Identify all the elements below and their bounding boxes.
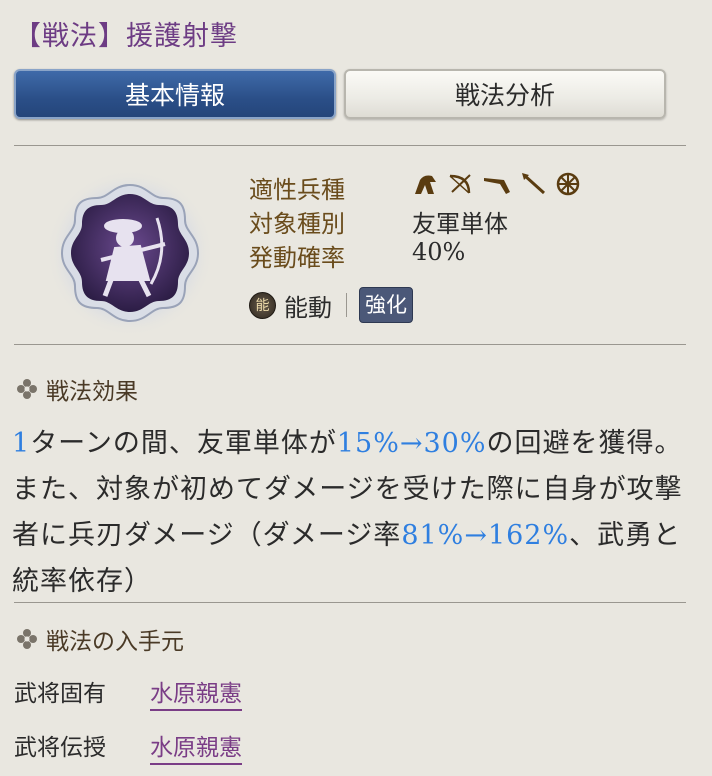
divider: [14, 344, 686, 345]
tab-analysis[interactable]: 戦法分析: [344, 69, 666, 119]
unit-type-icons: [412, 170, 580, 198]
target-type-label: 対象種別: [249, 210, 345, 238]
source-label-teach: 武将伝授: [14, 735, 106, 761]
source-link-inherent[interactable]: 水原親憲: [150, 674, 242, 711]
effect-damage-rate: 81%→162%: [401, 520, 570, 551]
effect-section-heading: 戦法効果: [16, 372, 138, 406]
shield-icon: [556, 172, 580, 196]
divider: [14, 145, 686, 146]
diamond-flower-icon: [17, 379, 37, 399]
activation-rate-value: 40%: [412, 238, 466, 266]
spear-icon: [522, 173, 546, 195]
skill-emblem: [45, 168, 215, 338]
cavalry-icon: [415, 175, 436, 194]
tab-basic-info[interactable]: 基本情報: [14, 69, 336, 119]
active-skill-label: 能動: [284, 293, 332, 322]
skill-type-row: 能 能動 強化: [249, 287, 413, 323]
separator: [346, 293, 347, 317]
source-section-heading: 戦法の入手元: [16, 622, 184, 656]
effect-text-1: ターンの間、友軍単体が: [30, 428, 337, 459]
source-heading-text: 戦法の入手元: [46, 629, 184, 655]
page-title: 【戦法】援護射撃: [14, 21, 238, 52]
effect-turns: 1: [12, 428, 31, 459]
bow-icon: [449, 174, 471, 194]
divider: [14, 602, 686, 603]
source-label-inherent: 武将固有: [14, 681, 106, 707]
diamond-flower-icon: [17, 629, 37, 649]
target-type-value: 友軍単体: [412, 210, 508, 238]
source-link-teach[interactable]: 水原親憲: [150, 728, 242, 765]
tab-bar: 基本情報 戦法分析: [14, 69, 666, 121]
effect-evasion: 15%→30%: [336, 428, 487, 459]
archer-emblem-icon: [46, 169, 214, 337]
effect-description: 1ターンの間、友軍単体が15%→30%の回避を獲得。また、対象が初めてダメージを…: [12, 421, 692, 605]
enhance-badge[interactable]: 強化: [359, 287, 413, 323]
unit-type-label: 適性兵種: [249, 176, 345, 204]
gun-icon: [484, 178, 510, 194]
activation-rate-label: 発動確率: [249, 244, 345, 272]
active-skill-icon: 能: [249, 291, 276, 319]
effect-heading-text: 戦法効果: [46, 379, 138, 405]
